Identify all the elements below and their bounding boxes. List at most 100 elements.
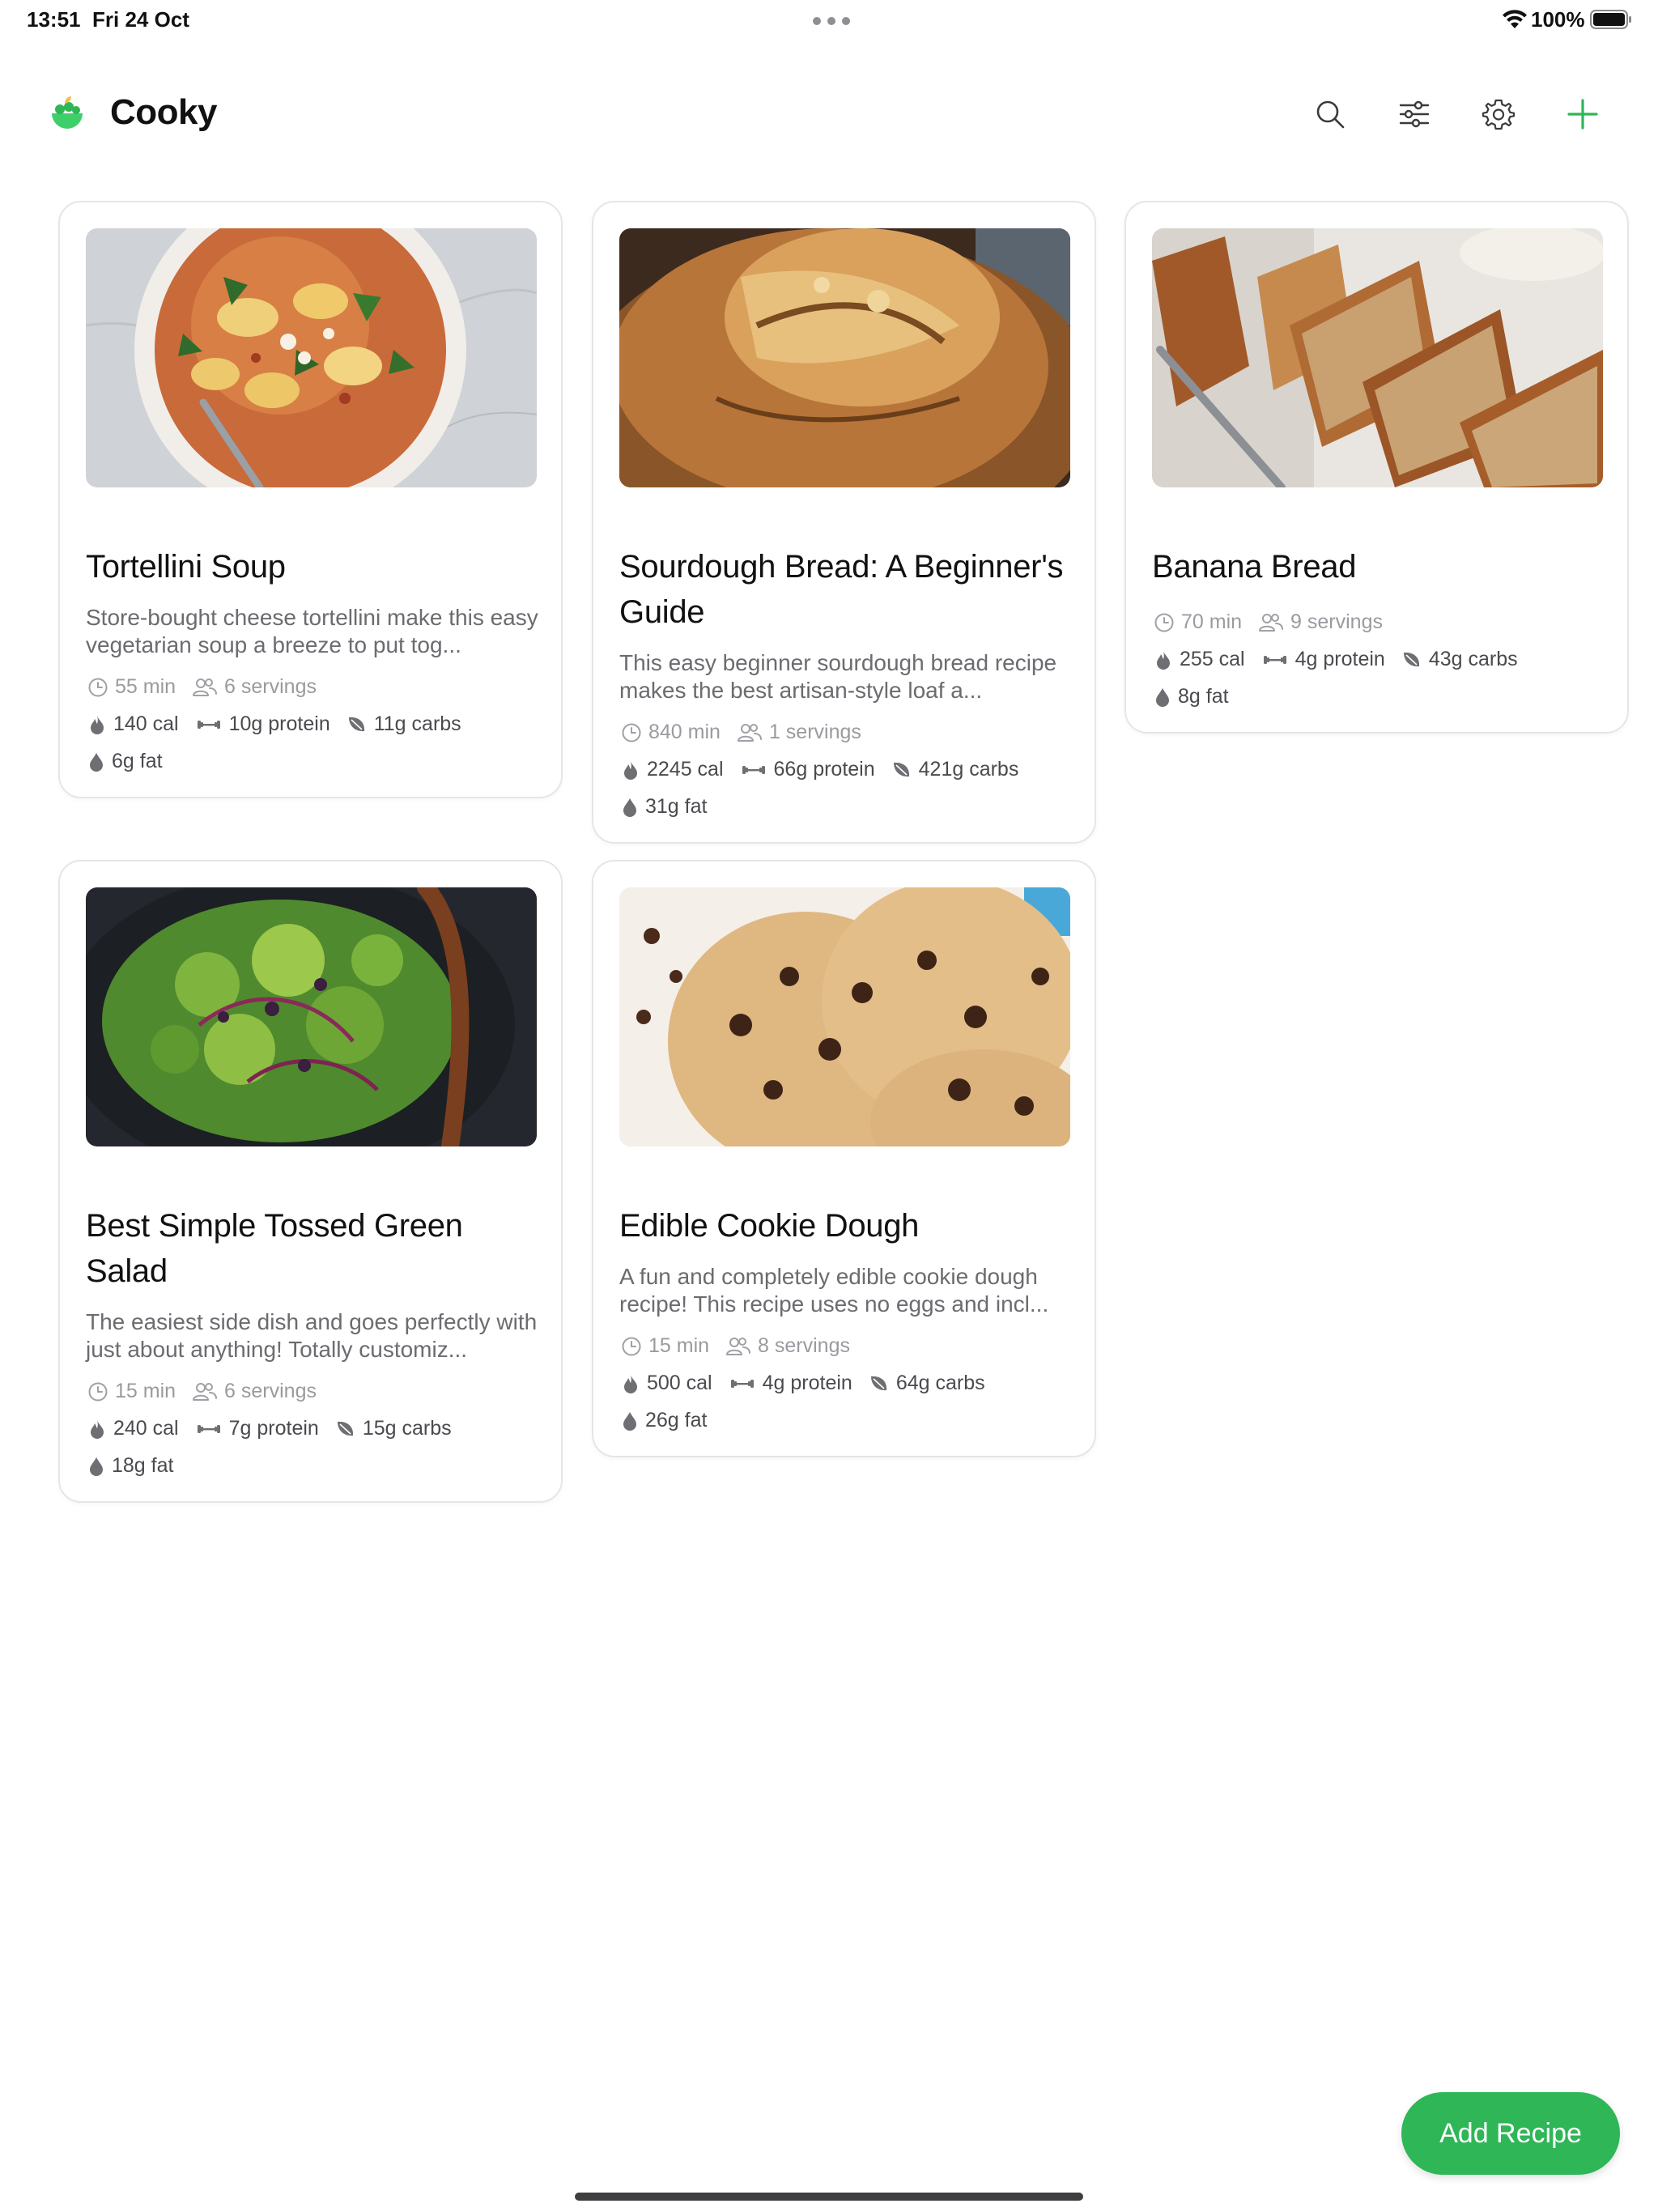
- filter-button[interactable]: [1396, 96, 1433, 133]
- recipe-fat-row: 18g fat: [87, 1454, 189, 1478]
- leaf-icon: [891, 759, 912, 781]
- dumbbell-icon: [729, 1373, 756, 1394]
- salad-bowl-logo-icon: [52, 96, 83, 129]
- droplet-icon: [87, 751, 105, 772]
- recipe-image: [86, 228, 537, 487]
- recipe-time: 15 min: [648, 1334, 710, 1357]
- recipe-image: [619, 887, 1070, 1146]
- recipe-calories: 140 cal: [113, 713, 179, 735]
- recipe-servings: 6 servings: [224, 1380, 317, 1402]
- recipe-servings: 9 servings: [1290, 610, 1383, 633]
- people-icon: [737, 722, 763, 743]
- recipe-meta: 55 min 6 servings: [87, 675, 333, 699]
- recipe-carbs: 11g carbs: [373, 713, 461, 735]
- status-date: Fri 24 Oct: [92, 7, 189, 32]
- leaf-icon: [1401, 649, 1422, 670]
- search-button[interactable]: [1312, 96, 1349, 133]
- recipe-carbs: 64g carbs: [895, 1372, 985, 1394]
- recipe-card[interactable]: Best Simple Tossed Green Salad The easie…: [58, 860, 563, 1503]
- people-icon: [725, 1336, 751, 1357]
- recipe-card[interactable]: Edible Cookie Dough A fun and completely…: [592, 860, 1096, 1457]
- recipe-meta: 15 min 8 servings: [621, 1334, 866, 1358]
- recipe-carbs: 421g carbs: [918, 758, 1019, 781]
- search-icon: [1316, 100, 1345, 129]
- droplet-icon: [1154, 687, 1171, 708]
- recipe-fat-row: 26g fat: [621, 1409, 723, 1432]
- add-recipe-button[interactable]: Add Recipe: [1401, 2092, 1620, 2175]
- clock-icon: [621, 722, 642, 743]
- dumbbell-icon: [195, 714, 223, 735]
- recipe-fat-row: 8g fat: [1154, 685, 1245, 708]
- recipe-title: Edible Cookie Dough: [619, 1208, 920, 1244]
- recipe-time: 55 min: [115, 675, 176, 698]
- droplet-icon: [621, 797, 639, 818]
- sliders-icon: [1399, 100, 1430, 128]
- add-button[interactable]: [1564, 96, 1601, 133]
- recipe-card[interactable]: Tortellini Soup Store-bought cheese tort…: [58, 201, 563, 798]
- recipe-time: 840 min: [648, 721, 721, 743]
- battery-percent: 100%: [1531, 7, 1585, 32]
- recipe-calories: 240 cal: [113, 1417, 179, 1440]
- flame-icon: [621, 759, 640, 781]
- recipe-nutrition: 240 cal 7g protein 15g carbs: [87, 1417, 468, 1440]
- people-icon: [192, 1381, 218, 1402]
- recipe-carbs: 43g carbs: [1428, 648, 1518, 670]
- settings-button[interactable]: [1480, 96, 1517, 133]
- people-icon: [192, 677, 218, 698]
- battery-icon: [1590, 10, 1631, 29]
- recipe-fat: 18g fat: [112, 1454, 174, 1477]
- tortellini-soup-photo: [86, 228, 537, 487]
- dumbbell-icon: [1261, 649, 1289, 670]
- clock-icon: [87, 677, 108, 698]
- clock-icon: [1154, 612, 1175, 633]
- recipe-description: Store-bought cheese tortellini make this…: [86, 605, 538, 657]
- banana-bread-photo: [1152, 228, 1603, 487]
- recipe-protein: 7g protein: [228, 1417, 319, 1440]
- dumbbell-icon: [195, 1419, 223, 1440]
- recipe-title: Sourdough Bread: A Beginner's Guide: [619, 549, 1064, 630]
- recipe-servings: 1 servings: [768, 721, 861, 743]
- recipe-card[interactable]: Sourdough Bread: A Beginner's Guide This…: [592, 201, 1096, 844]
- recipe-time: 15 min: [115, 1380, 176, 1402]
- status-time: 13:51: [27, 7, 81, 32]
- clock-icon: [621, 1336, 642, 1357]
- flame-icon: [87, 714, 107, 735]
- recipe-nutrition: 255 cal 4g protein 43g carbs: [1154, 648, 1534, 671]
- recipe-time: 70 min: [1181, 610, 1243, 633]
- gear-icon: [1482, 99, 1516, 130]
- flame-icon: [87, 1419, 107, 1440]
- leaf-icon: [335, 1419, 356, 1440]
- recipe-fat: 31g fat: [645, 795, 708, 818]
- status-bar: 13:51 Fri 24 Oct 100%: [0, 0, 1658, 40]
- recipe-protein: 4g protein: [1295, 648, 1385, 670]
- droplet-icon: [87, 1456, 105, 1477]
- recipe-meta: 840 min 1 servings: [621, 721, 878, 744]
- recipe-meta: 70 min 9 servings: [1154, 610, 1399, 634]
- leaf-icon: [346, 714, 368, 735]
- recipe-image: [86, 887, 537, 1146]
- recipe-protein: 10g protein: [228, 713, 330, 735]
- recipe-nutrition: 2245 cal 66g protein 421g carbs: [621, 758, 1035, 781]
- recipe-description: A fun and completely edible cookie dough…: [619, 1264, 1049, 1317]
- recipe-fat-row: 6g fat: [87, 750, 179, 773]
- multitasking-dots-icon[interactable]: [813, 17, 850, 25]
- recipe-calories: 500 cal: [647, 1372, 712, 1394]
- recipe-image: [1152, 228, 1603, 487]
- recipe-nutrition: 140 cal 10g protein 11g carbs: [87, 713, 478, 736]
- recipe-description: This easy beginner sourdough bread recip…: [619, 650, 1057, 703]
- recipe-title: Banana Bread: [1152, 549, 1357, 585]
- flame-icon: [621, 1373, 640, 1394]
- recipe-fat: 8g fat: [1178, 685, 1229, 708]
- recipe-protein: 66g protein: [773, 758, 875, 781]
- plus-icon: [1567, 99, 1598, 130]
- home-indicator[interactable]: [575, 2193, 1083, 2201]
- green-salad-photo: [86, 887, 537, 1146]
- recipe-carbs: 15g carbs: [362, 1417, 452, 1440]
- recipe-image: [619, 228, 1070, 487]
- recipe-calories: 2245 cal: [647, 758, 724, 781]
- recipe-calories: 255 cal: [1180, 648, 1245, 670]
- recipe-card[interactable]: Banana Bread 70 min 9 servings 255 cal 4…: [1124, 201, 1629, 734]
- recipe-servings: 6 servings: [224, 675, 317, 698]
- recipe-meta: 15 min 6 servings: [87, 1380, 333, 1403]
- clock-icon: [87, 1381, 108, 1402]
